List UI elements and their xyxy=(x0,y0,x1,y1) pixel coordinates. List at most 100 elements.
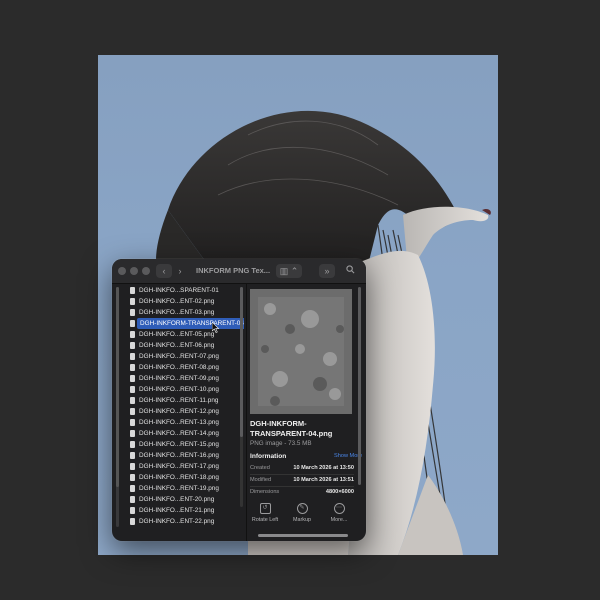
preview-file-kind: PNG image - 73.5 MB xyxy=(250,440,312,447)
more-actions-button[interactable]: ⋯ More... xyxy=(321,503,357,523)
window-title: INKFORM PNG Tex... xyxy=(196,266,270,275)
file-preview-thumbnail xyxy=(250,289,352,414)
file-name: DGH-INKFO...RENT-08.png xyxy=(139,364,219,371)
file-name: DGH-INKFO...RENT-17.png xyxy=(139,463,219,470)
info-key: Created xyxy=(250,465,270,471)
file-list-item[interactable]: DGH-INKFO...ENT-06.png xyxy=(130,340,240,351)
file-list-item[interactable]: DGH-INKFORM-TRANSPARENT-04.png xyxy=(130,318,244,329)
file-name: DGH-INKFO...RENT-09.png xyxy=(139,375,219,382)
file-name: DGH-INKFO...RENT-10.png xyxy=(139,386,219,393)
minimize-window-button[interactable] xyxy=(130,267,138,275)
file-name: DGH-INKFO...RENT-11.png xyxy=(139,397,219,404)
more-label: More... xyxy=(330,517,348,523)
toolbar-more-button[interactable]: » xyxy=(319,264,335,278)
search-button[interactable] xyxy=(342,264,358,278)
file-list-item[interactable]: DGH-INKFO...SPARENT-01 xyxy=(130,285,240,296)
preview-file-name: DGH-INKFORM-TRANSPARENT-04.png xyxy=(250,419,333,438)
file-list-item[interactable]: DGH-INKFO...RENT-15.png xyxy=(130,439,240,450)
file-list-item[interactable]: DGH-INKFO...RENT-13.png xyxy=(130,417,240,428)
info-value: 4800×6000 xyxy=(325,489,354,495)
info-value: 10 March 2026 at 13:51 xyxy=(293,477,354,483)
titlebar: ‹ › INKFORM PNG Tex... ▥ ⌃ » xyxy=(112,259,366,284)
mouse-cursor-icon xyxy=(212,322,220,333)
file-name: DGH-INKFO...RENT-14.png xyxy=(139,430,219,437)
file-name: DGH-INKFO...RENT-07.png xyxy=(139,353,219,360)
finder-window: ‹ › INKFORM PNG Tex... ▥ ⌃ » DGH-INKFO..… xyxy=(112,259,366,541)
file-list-item[interactable]: DGH-INKFO...RENT-11.png xyxy=(130,395,240,406)
file-list-item[interactable]: DGH-INKFO...RENT-19.png xyxy=(130,483,240,494)
file-name: DGH-INKFO...RENT-16.png xyxy=(139,452,219,459)
file-list-item[interactable]: DGH-INKFO...RENT-08.png xyxy=(130,362,240,373)
png-file-icon xyxy=(130,507,135,514)
file-name: DGH-INKFO...ENT-22.png xyxy=(139,518,215,525)
file-list-item[interactable]: DGH-INKFO...ENT-05.png xyxy=(130,329,240,340)
file-name: DGH-INKFO...ENT-03.png xyxy=(139,309,215,316)
info-key: Modified xyxy=(250,477,272,483)
info-row-modified: Modified 10 March 2026 at 13:51 xyxy=(250,475,354,486)
png-file-icon xyxy=(130,485,135,492)
file-list-item[interactable]: DGH-INKFO...RENT-18.png xyxy=(130,472,240,483)
file-list-item[interactable]: DGH-INKFO...ENT-02.png xyxy=(130,296,240,307)
markup-label: Markup xyxy=(293,517,311,523)
png-file-icon xyxy=(130,342,135,349)
info-value: 10 March 2026 at 13:50 xyxy=(293,465,354,471)
file-name: DGH-INKFO...RENT-15.png xyxy=(139,441,219,448)
png-file-icon xyxy=(130,386,135,393)
file-list-scrollbar[interactable] xyxy=(240,287,243,507)
file-name: DGH-INKFO...ENT-02.png xyxy=(139,298,215,305)
file-name: DGH-INKFO...ENT-21.png xyxy=(139,507,215,514)
png-file-icon xyxy=(130,287,135,294)
markup-button[interactable]: ✎ Markup xyxy=(284,503,320,523)
file-name: DGH-INKFO...ENT-20.png xyxy=(139,496,215,503)
rotate-left-label: Rotate Left xyxy=(251,517,279,523)
file-name: DGH-INKFORM-TRANSPARENT-04.png xyxy=(137,318,244,329)
search-icon xyxy=(345,265,354,274)
close-window-button[interactable] xyxy=(118,267,126,275)
png-file-icon xyxy=(130,298,135,305)
file-list-item[interactable]: DGH-INKFO...ENT-20.png xyxy=(130,494,240,505)
png-file-icon xyxy=(130,364,135,371)
back-button[interactable]: ‹ xyxy=(156,264,172,278)
png-file-icon xyxy=(130,353,135,360)
png-file-icon xyxy=(130,320,135,327)
more-icon: ⋯ xyxy=(333,503,345,514)
file-list-item[interactable]: DGH-INKFO...RENT-12.png xyxy=(130,406,240,417)
file-name: DGH-INKFO...ENT-06.png xyxy=(139,342,215,349)
info-row-dimensions: Dimensions 4800×6000 xyxy=(250,487,354,498)
quick-actions: ↺ Rotate Left ✎ Markup ⋯ More... xyxy=(247,503,357,533)
rotate-left-button[interactable]: ↺ Rotate Left xyxy=(247,503,283,523)
png-file-icon xyxy=(130,452,135,459)
png-file-icon xyxy=(130,518,135,525)
file-list-item[interactable]: DGH-INKFO...ENT-03.png xyxy=(130,307,240,318)
markup-icon: ✎ xyxy=(296,503,308,514)
png-file-icon xyxy=(130,419,135,426)
file-name: DGH-INKFO...RENT-12.png xyxy=(139,408,219,415)
file-list-item[interactable]: DGH-INKFO...RENT-09.png xyxy=(130,373,240,384)
ink-texture-preview xyxy=(250,289,352,414)
preview-scrollbar[interactable] xyxy=(358,287,361,485)
png-file-icon xyxy=(130,397,135,404)
file-list-item[interactable]: DGH-INKFO...RENT-17.png xyxy=(130,461,240,472)
forward-button[interactable]: › xyxy=(173,264,187,278)
information-heading: Information xyxy=(250,453,287,460)
file-list-item[interactable]: DGH-INKFO...RENT-10.png xyxy=(130,384,240,395)
file-list-item[interactable]: DGH-INKFO...RENT-07.png xyxy=(130,351,240,362)
file-list-item[interactable]: DGH-INKFO...RENT-14.png xyxy=(130,428,240,439)
rotate-left-icon: ↺ xyxy=(259,503,271,514)
file-name: DGH-INKFO...RENT-13.png xyxy=(139,419,219,426)
png-file-icon xyxy=(130,309,135,316)
file-list-item[interactable]: DGH-INKFO...ENT-21.png xyxy=(130,505,240,516)
file-name: DGH-INKFO...SPARENT-01 xyxy=(139,287,219,294)
png-file-icon xyxy=(130,441,135,448)
horizontal-scrollbar[interactable] xyxy=(258,534,348,537)
png-file-icon xyxy=(130,430,135,437)
png-file-icon xyxy=(130,463,135,470)
view-options-button[interactable]: ▥ ⌃ xyxy=(276,264,302,278)
zoom-window-button[interactable] xyxy=(142,267,150,275)
png-file-icon xyxy=(130,408,135,415)
info-key: Dimensions xyxy=(250,489,280,495)
png-file-icon xyxy=(130,474,135,481)
file-list-item[interactable]: DGH-INKFO...RENT-16.png xyxy=(130,450,240,461)
png-file-icon xyxy=(130,375,135,382)
file-list-item[interactable]: DGH-INKFO...ENT-22.png xyxy=(130,516,240,527)
